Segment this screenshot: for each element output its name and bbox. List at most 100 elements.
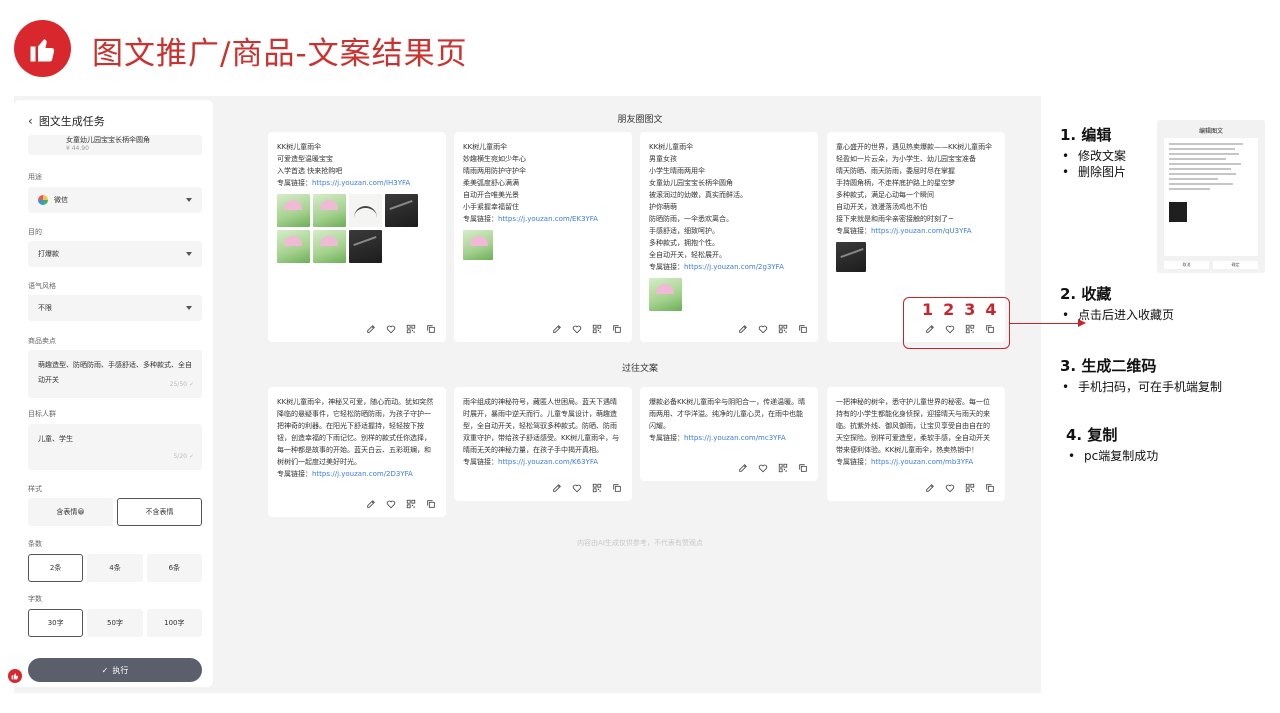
copy-icon[interactable] bbox=[797, 323, 808, 334]
qr-code-icon[interactable] bbox=[591, 323, 602, 334]
favorite-heart-icon[interactable] bbox=[757, 462, 768, 473]
chevron-down-icon bbox=[186, 198, 192, 202]
count-option-6[interactable]: 6条 bbox=[146, 554, 202, 582]
purpose-label: 目的 bbox=[28, 228, 42, 236]
words-options: 30字 50字 100字 bbox=[28, 609, 202, 637]
card-actions bbox=[737, 462, 808, 473]
product-image[interactable] bbox=[313, 230, 346, 263]
copy-icon[interactable] bbox=[611, 323, 622, 334]
usage-select[interactable]: 微信 bbox=[28, 187, 202, 213]
product-image[interactable] bbox=[836, 242, 866, 272]
annotation-edit: 1. 编辑 修改文案 删除图片 bbox=[1060, 124, 1126, 180]
product-image[interactable] bbox=[463, 230, 493, 260]
edit-icon[interactable] bbox=[924, 482, 935, 493]
qr-code-icon[interactable] bbox=[964, 482, 975, 493]
count-option-4[interactable]: 4条 bbox=[87, 554, 143, 582]
edit-icon[interactable] bbox=[365, 498, 376, 509]
product-image[interactable] bbox=[277, 230, 310, 263]
audience-count: 5/20 ✓ bbox=[173, 449, 194, 464]
qr-code-icon[interactable] bbox=[777, 323, 788, 334]
edit-icon[interactable] bbox=[737, 462, 748, 473]
favorite-heart-icon[interactable] bbox=[571, 482, 582, 493]
favorite-heart-icon[interactable] bbox=[385, 498, 396, 509]
resize-handle-icon[interactable]: ✓ bbox=[189, 377, 194, 392]
count-option-2[interactable]: 2条 bbox=[28, 554, 84, 582]
back-chevron-icon[interactable]: ‹ bbox=[28, 114, 33, 128]
thumbs-up-float-icon[interactable] bbox=[8, 669, 22, 683]
preview-confirm-button[interactable]: 确定 bbox=[1213, 261, 1258, 269]
task-panel-header: ‹ 图文生成任务 bbox=[28, 113, 105, 129]
product-link[interactable]: https://j.youzan.com/qU3YFA bbox=[871, 227, 972, 235]
product-image[interactable] bbox=[649, 278, 682, 311]
favorite-heart-icon[interactable] bbox=[571, 323, 582, 334]
copy-icon[interactable] bbox=[425, 498, 436, 509]
tone-select[interactable]: 不限 bbox=[28, 295, 202, 321]
style-option-emoji[interactable]: 含表情😀 bbox=[28, 498, 113, 526]
annotation-qrcode: 3. 生成二维码 手机扫码，可在手机端复制 bbox=[1060, 355, 1222, 395]
words-option-30[interactable]: 30字 bbox=[28, 609, 84, 637]
past-card-1: KK树儿童雨伞，神秘又可爱，随心而动。犹如突然降临的悬疑事件，它轻松防晒防雨，为… bbox=[268, 387, 446, 517]
purpose-value: 打爆款 bbox=[38, 250, 59, 258]
product-link[interactable]: https://j.youzan.com/2D3YFA bbox=[312, 470, 413, 478]
words-option-50[interactable]: 50字 bbox=[87, 609, 143, 637]
annotation-favorite: 2. 收藏 点击后进入收藏页 bbox=[1060, 283, 1174, 323]
product-image[interactable] bbox=[349, 230, 382, 263]
copy-icon[interactable] bbox=[984, 482, 995, 493]
moments-section-title: 朋友圈图文 bbox=[617, 115, 663, 125]
product-link[interactable]: https://j.youzan.com/EK3YFA bbox=[498, 215, 598, 223]
favorite-heart-icon[interactable] bbox=[944, 482, 955, 493]
copy-icon[interactable] bbox=[797, 462, 808, 473]
product-image[interactable] bbox=[277, 194, 310, 227]
card-actions bbox=[365, 498, 436, 509]
edit-icon[interactable] bbox=[365, 323, 376, 334]
usage-value: 微信 bbox=[54, 196, 68, 204]
product-link[interactable]: https://j.youzan.com/mb3YFA bbox=[871, 458, 973, 466]
image-grid bbox=[463, 230, 623, 260]
copy-icon[interactable] bbox=[425, 323, 436, 334]
thumbs-up-logo-icon bbox=[14, 20, 71, 77]
image-grid bbox=[649, 278, 809, 311]
product-image[interactable] bbox=[385, 194, 418, 227]
product-image[interactable] bbox=[349, 194, 382, 227]
annotation-copy: 4. 复制 pc端复制成功 bbox=[1066, 424, 1158, 464]
annotation-arrow bbox=[1010, 323, 1080, 324]
card-actions bbox=[737, 323, 808, 334]
product-link[interactable]: https://j.youzan.com/lH3YFA bbox=[312, 179, 410, 187]
copy-icon[interactable] bbox=[611, 482, 622, 493]
product-card[interactable]: 女童幼儿园宝宝长柄伞圆角 ¥ 44.90 bbox=[28, 135, 202, 155]
edit-icon[interactable] bbox=[551, 323, 562, 334]
edit-icon[interactable] bbox=[737, 323, 748, 334]
slide: 图文推广/商品-文案结果页 ‹ 图文生成任务 女童幼儿园宝宝长柄伞圆角 ¥ 44… bbox=[0, 0, 1280, 713]
qr-code-icon[interactable] bbox=[405, 323, 416, 334]
selling-label: 商品卖点 bbox=[28, 337, 56, 345]
slide-title: 图文推广/商品-文案结果页 bbox=[92, 36, 468, 72]
product-link[interactable]: https://j.youzan.com/mc3YFA bbox=[684, 434, 786, 442]
purpose-select[interactable]: 打爆款 bbox=[28, 241, 202, 267]
resize-handle-icon[interactable]: ✓ bbox=[189, 449, 194, 464]
words-option-100[interactable]: 100字 bbox=[146, 609, 202, 637]
audience-input[interactable]: 儿童、学生 5/20 ✓ bbox=[28, 424, 202, 470]
qr-code-icon[interactable] bbox=[405, 498, 416, 509]
chevron-down-icon bbox=[186, 306, 192, 310]
preview-cancel-button[interactable]: 取消 bbox=[1164, 261, 1209, 269]
moment-card-1: KK树儿童雨伞 可爱造型温暖宝宝 入学首选 快来抢购吧 专属链接：https:/… bbox=[268, 132, 446, 342]
execute-button[interactable]: ✓ 执行 bbox=[28, 658, 202, 682]
product-link[interactable]: https://j.youzan.com/2g3YFA bbox=[684, 263, 784, 271]
tone-label: 语气风格 bbox=[28, 282, 56, 290]
qr-code-icon[interactable] bbox=[777, 462, 788, 473]
product-image[interactable] bbox=[313, 194, 346, 227]
count-options: 2条 4条 6条 bbox=[28, 554, 202, 582]
edit-icon[interactable] bbox=[551, 482, 562, 493]
product-link[interactable]: https://j.youzan.com/K63YFA bbox=[498, 458, 598, 466]
check-icon: ✓ bbox=[101, 665, 109, 675]
image-grid bbox=[836, 242, 996, 272]
past-section-title: 过往文案 bbox=[621, 364, 658, 374]
favorite-heart-icon[interactable] bbox=[757, 323, 768, 334]
selling-points-input[interactable]: 萌趣造型、防晒防雨、手感舒适、多种款式、全自动开关 25/50 ✓ bbox=[28, 350, 202, 398]
preview-title: 编辑图文 bbox=[1198, 128, 1223, 135]
qr-code-icon[interactable] bbox=[591, 482, 602, 493]
card-actions bbox=[551, 482, 622, 493]
style-option-no-emoji[interactable]: 不含表情 bbox=[117, 498, 202, 526]
favorite-heart-icon[interactable] bbox=[385, 323, 396, 334]
moment-card-2: KK树儿童雨伞 妙趣横生宛如少年心 晴雨两用防护守护伞 柔美弧度舒心满满 自动开… bbox=[454, 132, 632, 342]
